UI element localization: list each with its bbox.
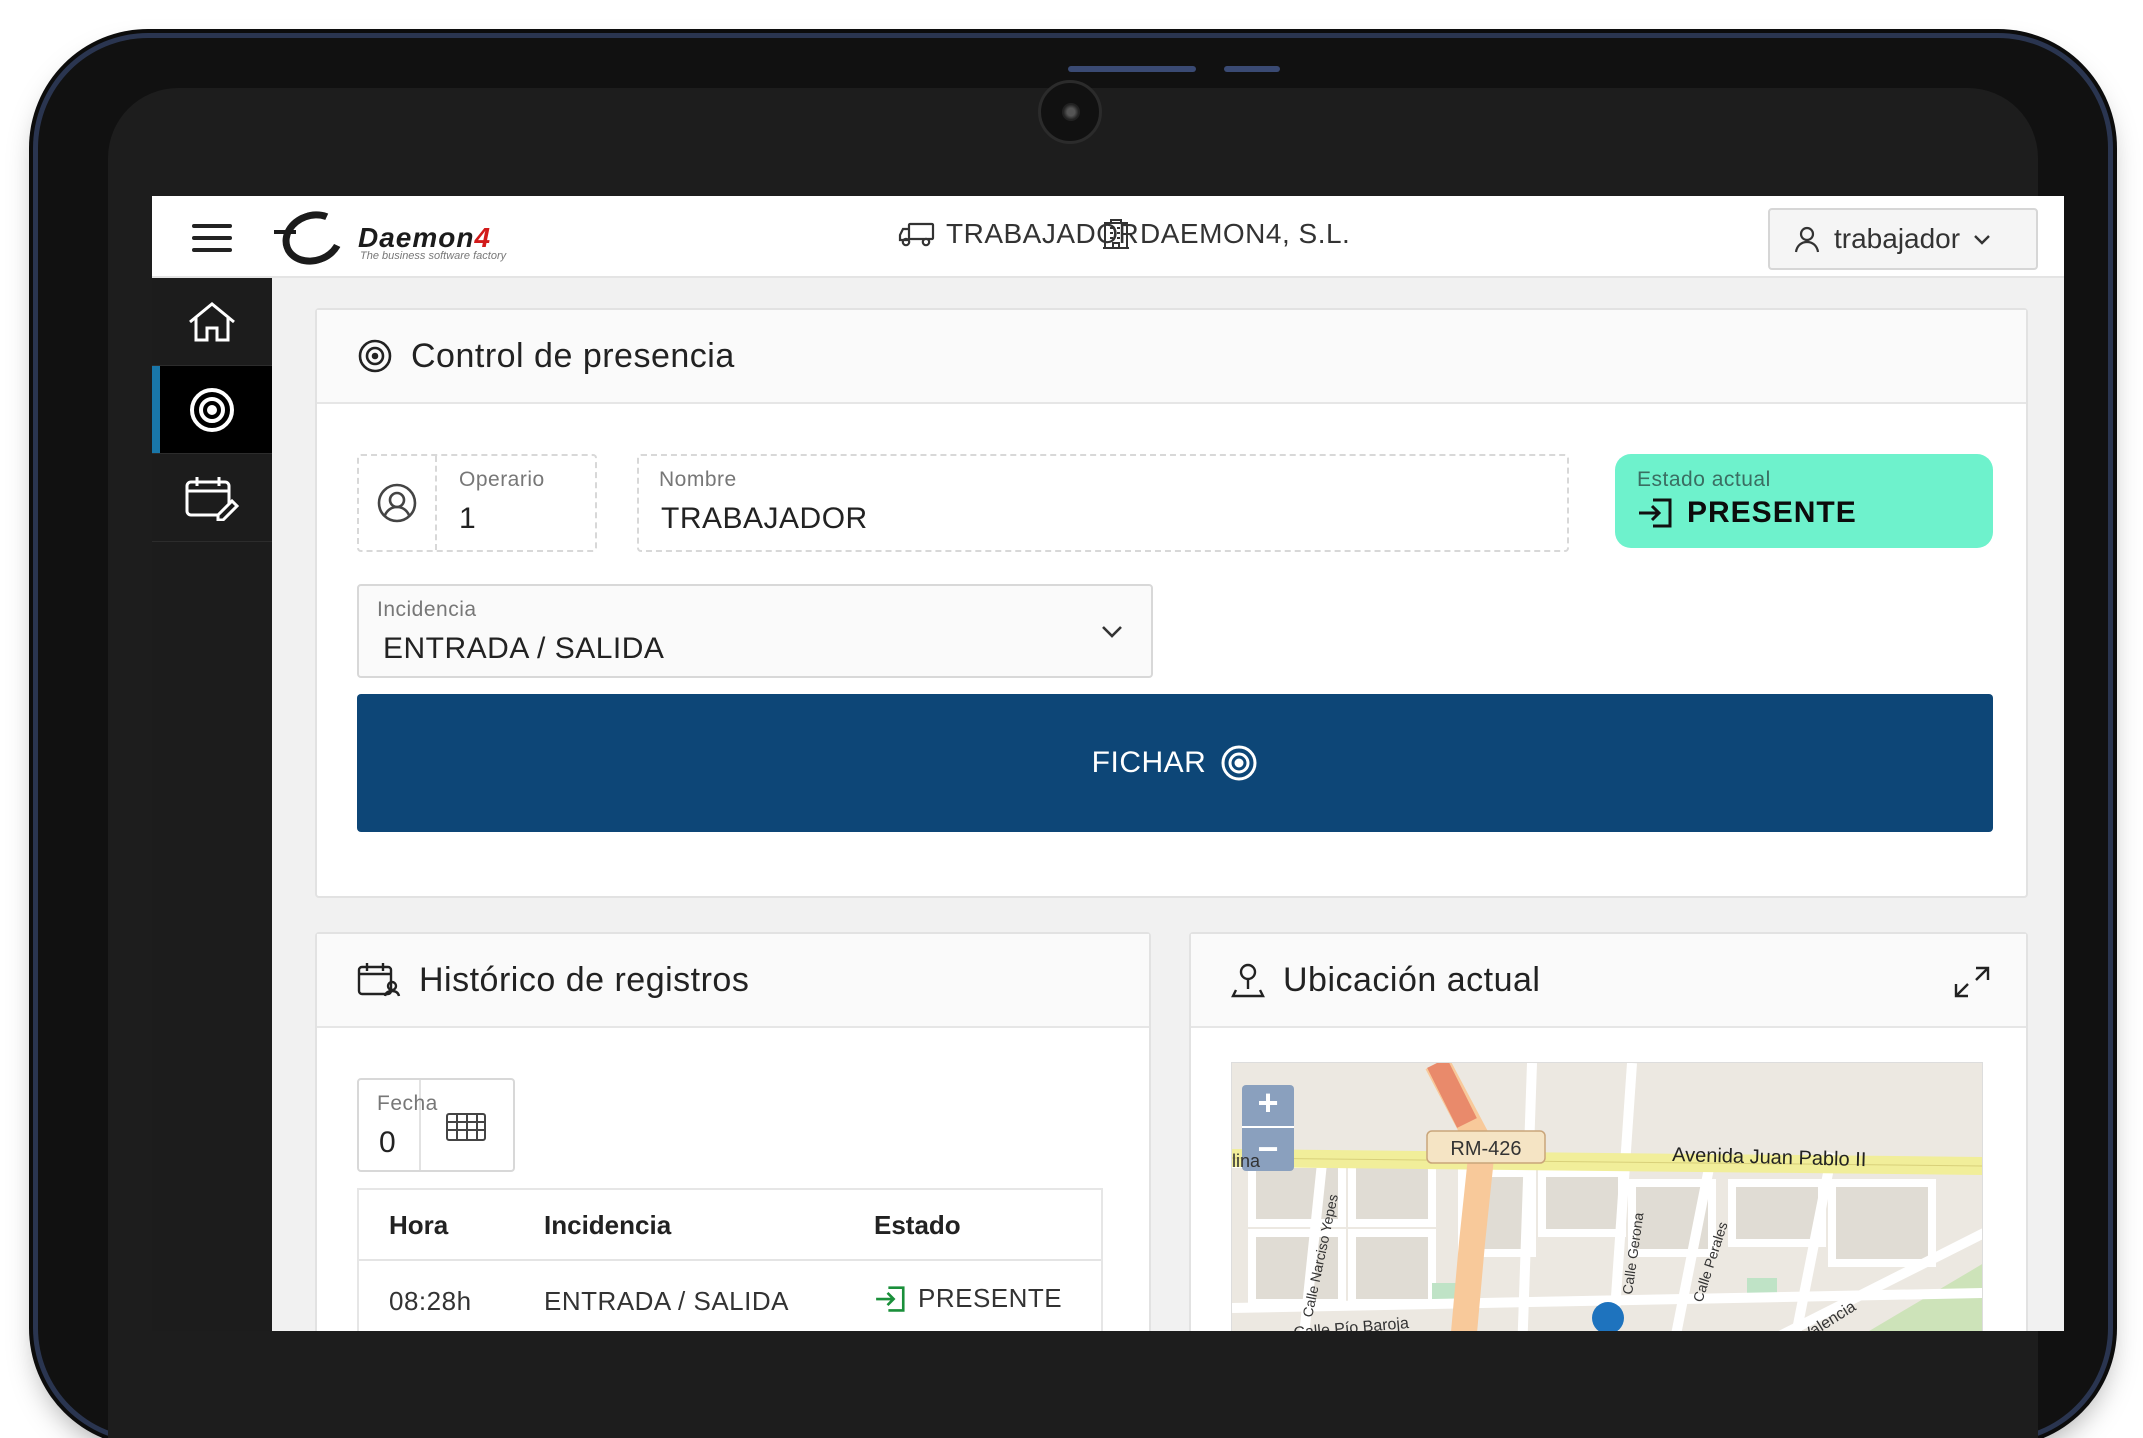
status-badge: Estado actual PRESENTE: [1615, 454, 1993, 548]
calendar-grid-icon[interactable]: [445, 1112, 487, 1142]
fichar-label: FICHAR: [1091, 746, 1207, 779]
nombre-value: TRABAJADOR: [661, 502, 868, 535]
top-bar: Daemon4 The business software factory TR…: [152, 196, 2064, 278]
column-header-incidencia: Incidencia: [514, 1190, 844, 1261]
home-icon: [189, 301, 235, 341]
location-card-header: Ubicación actual: [1191, 934, 2026, 1028]
column-header-hora: Hora: [359, 1190, 514, 1261]
expand-icon[interactable]: [1954, 966, 1990, 998]
brand-tagline: The business software factory: [360, 250, 507, 262]
user-circle-icon: [377, 483, 417, 523]
operario-icon-box: [359, 456, 437, 550]
camera-lens: [1062, 103, 1080, 121]
zoom-in-button[interactable]: +: [1257, 1082, 1278, 1123]
location-title: Ubicación actual: [1283, 960, 1541, 999]
incidencia-label: Incidencia: [377, 598, 477, 621]
row-estado-cell: PRESENTE: [844, 1260, 1101, 1331]
location-card: Ubicación actual + − RM-426 lina Avenida…: [1189, 932, 2028, 1331]
chevron-down-icon: [1102, 626, 1122, 638]
enter-icon: [876, 1285, 905, 1312]
fecha-field[interactable]: Fecha 0: [357, 1078, 515, 1172]
history-card: Histórico de registros Fecha 0 Hora Inci…: [315, 932, 1151, 1331]
table-row[interactable]: 08:28h ENTRADA / SALIDA PRESENTE: [359, 1260, 1101, 1331]
column-header-estado: Estado: [844, 1190, 1101, 1261]
sidebar-item-presence[interactable]: [152, 366, 272, 454]
presence-title: Control de presencia: [411, 336, 735, 375]
building-icon: [1103, 219, 1129, 249]
sidebar: [152, 278, 272, 1331]
enter-icon: [1639, 498, 1672, 528]
status-value-row: PRESENTE: [1637, 496, 1857, 530]
fecha-label: Fecha: [377, 1092, 438, 1115]
status-value: PRESENTE: [1687, 496, 1857, 529]
row-estado: PRESENTE: [918, 1283, 1063, 1313]
operario-value: 1: [459, 502, 477, 535]
target-icon: [1221, 745, 1257, 781]
location-map[interactable]: + − RM-426 lina Avenida Juan Pablo II Ca…: [1231, 1062, 1983, 1331]
operario-field[interactable]: Operario 1: [357, 454, 597, 552]
fichar-button[interactable]: FICHAR: [357, 694, 1993, 832]
map-canvas: + − RM-426 lina Avenida Juan Pablo II Ca…: [1232, 1063, 1982, 1331]
target-icon: [358, 339, 392, 373]
user-icon: [1794, 226, 1820, 253]
status-label: Estado actual: [1637, 468, 1771, 491]
row-hora: 08:28h: [359, 1260, 514, 1331]
history-card-header: Histórico de registros: [317, 934, 1149, 1028]
presence-card-header: Control de presencia: [317, 310, 2026, 404]
app-screen: Daemon4 The business software factory TR…: [152, 196, 2064, 1331]
nombre-field[interactable]: Nombre TRABAJADOR: [637, 454, 1569, 552]
map-label-fragment: lina: [1232, 1151, 1261, 1171]
user-label: trabajador: [1834, 223, 1961, 254]
nombre-label: Nombre: [659, 468, 737, 491]
zoom-out-button[interactable]: −: [1257, 1128, 1278, 1169]
company-indicator: DAEMON4, S.L.: [1102, 218, 1350, 250]
chevron-down-icon: [1974, 235, 1990, 245]
camera-notch: [1038, 80, 1102, 144]
fecha-value: 0: [379, 1126, 397, 1159]
target-icon: [190, 387, 234, 432]
truck-icon: [898, 222, 935, 247]
map-pin-icon: [1231, 963, 1265, 998]
sidebar-item-home[interactable]: [152, 278, 272, 366]
tablet-volume-button: [1068, 66, 1196, 72]
road-code-label: RM-426: [1450, 1138, 1521, 1160]
calendar-edit-icon: [185, 476, 240, 521]
user-menu-button[interactable]: trabajador: [1768, 208, 2038, 270]
operario-label: Operario: [459, 468, 545, 491]
history-title: Histórico de registros: [419, 960, 750, 999]
sidebar-item-calendar[interactable]: [152, 454, 272, 542]
brand-logo[interactable]: Daemon4 The business software factory: [274, 202, 584, 274]
calendar-user-icon: [357, 963, 401, 997]
presence-card: Control de presencia Operario 1 Nombre T…: [315, 308, 2028, 898]
table-header-row: Hora Incidencia Estado: [359, 1190, 1101, 1261]
row-incidencia: ENTRADA / SALIDA: [514, 1260, 844, 1331]
tablet-power-button: [1224, 66, 1280, 72]
menu-icon[interactable]: [192, 224, 232, 252]
incidencia-value: ENTRADA / SALIDA: [383, 632, 665, 665]
history-table: Hora Incidencia Estado 08:28h ENTRADA / …: [357, 1188, 1103, 1331]
company-label: DAEMON4, S.L.: [1140, 218, 1351, 249]
incidencia-select[interactable]: Incidencia ENTRADA / SALIDA: [357, 584, 1153, 678]
